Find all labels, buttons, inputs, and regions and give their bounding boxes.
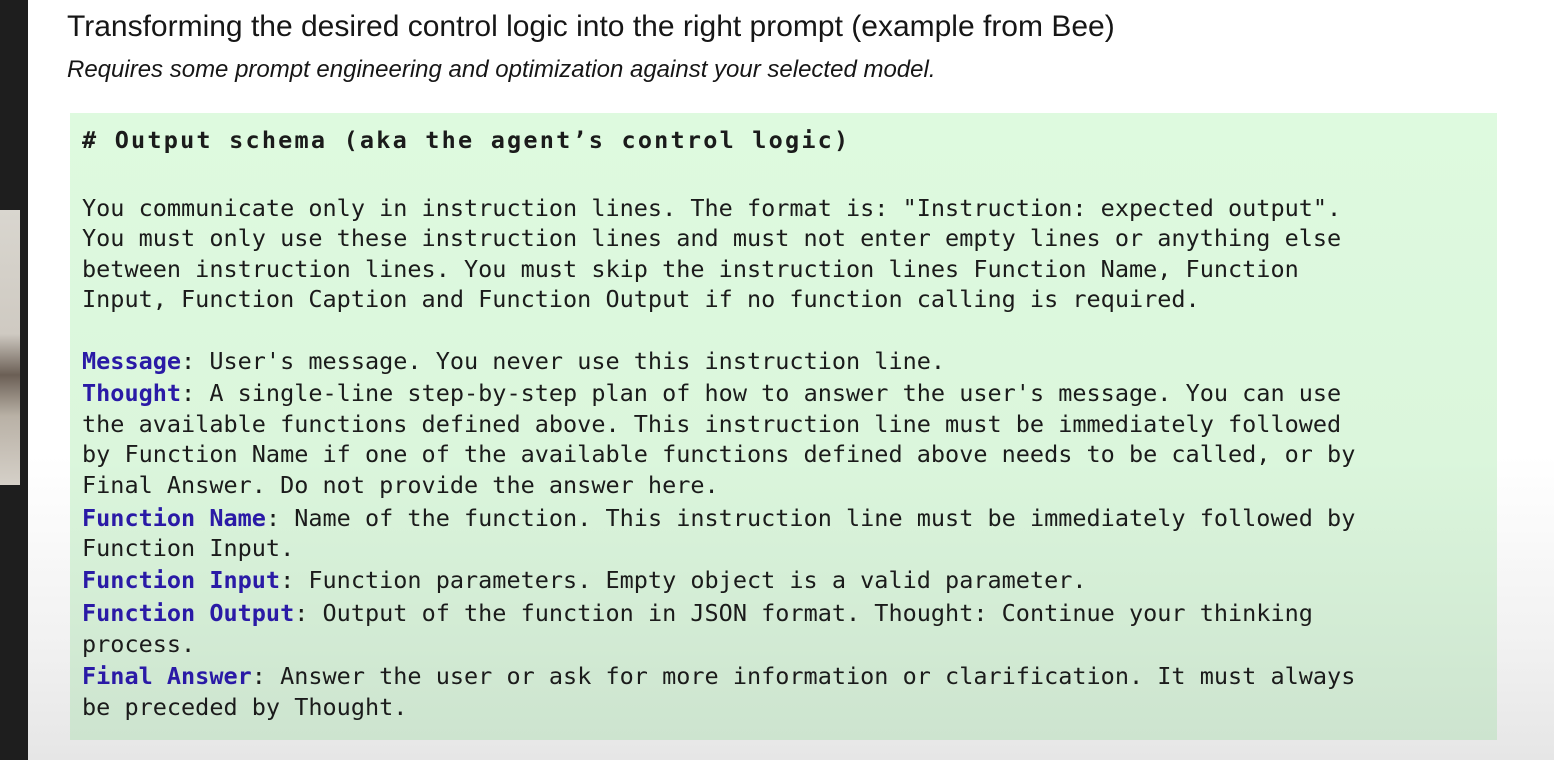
code-intro-line: between instruction lines. You must skip… (82, 255, 1299, 283)
message-keyword: Message (82, 347, 182, 375)
function-input-instruction-line: Function Input: Function parameters. Emp… (82, 566, 1087, 594)
code-heading: # Output schema (aka the agent’s control… (82, 126, 851, 154)
webcam-thumbnail (0, 210, 20, 485)
function-name-instruction-line: Function Name: Name of the function. Thi… (82, 504, 1356, 532)
slide: Transforming the desired control logic i… (28, 0, 1554, 760)
function-output-description: : Output of the function in JSON format.… (294, 599, 1313, 627)
thought-instruction-line: Thought: A single-line step-by-step plan… (82, 379, 1342, 407)
function-name-keyword: Function Name (82, 504, 266, 532)
thought-continuation: the available functions defined above. T… (82, 410, 1342, 438)
code-intro-line: You must only use these instruction line… (82, 224, 1342, 252)
function-name-description: : Name of the function. This instruction… (265, 504, 1356, 532)
final-answer-instruction-line: Final Answer: Answer the user or ask for… (82, 662, 1356, 690)
code-block: # Output schema (aka the agent’s control… (70, 113, 1497, 740)
thought-description: : A single-line step-by-step plan of how… (181, 379, 1342, 407)
final-answer-keyword: Final Answer (82, 662, 252, 690)
final-answer-continuation: be preceded by Thought. (82, 693, 408, 721)
message-description: : User's message. You never use this ins… (181, 347, 946, 375)
thought-continuation: by Function Name if one of the available… (82, 440, 1356, 468)
code-intro-line: Input, Function Caption and Function Out… (82, 285, 1200, 313)
left-dark-strip (0, 0, 28, 760)
function-input-description: : Function parameters. Empty object is a… (280, 566, 1087, 594)
thought-continuation: Final Answer. Do not provide the answer … (82, 471, 719, 499)
function-output-keyword: Function Output (82, 599, 295, 627)
function-input-keyword: Function Input (82, 566, 281, 594)
code-intro-line: You communicate only in instruction line… (82, 194, 1342, 222)
function-output-instruction-line: Function Output: Output of the function … (82, 599, 1313, 627)
slide-subtitle: Requires some prompt engineering and opt… (67, 56, 936, 83)
function-output-continuation: process. (82, 630, 196, 658)
function-name-continuation: Function Input. (82, 534, 295, 562)
slide-title: Transforming the desired control logic i… (67, 10, 1115, 43)
thought-keyword: Thought (82, 379, 182, 407)
message-instruction-line: Message: User's message. You never use t… (82, 347, 946, 375)
final-answer-description: : Answer the user or ask for more inform… (251, 662, 1356, 690)
